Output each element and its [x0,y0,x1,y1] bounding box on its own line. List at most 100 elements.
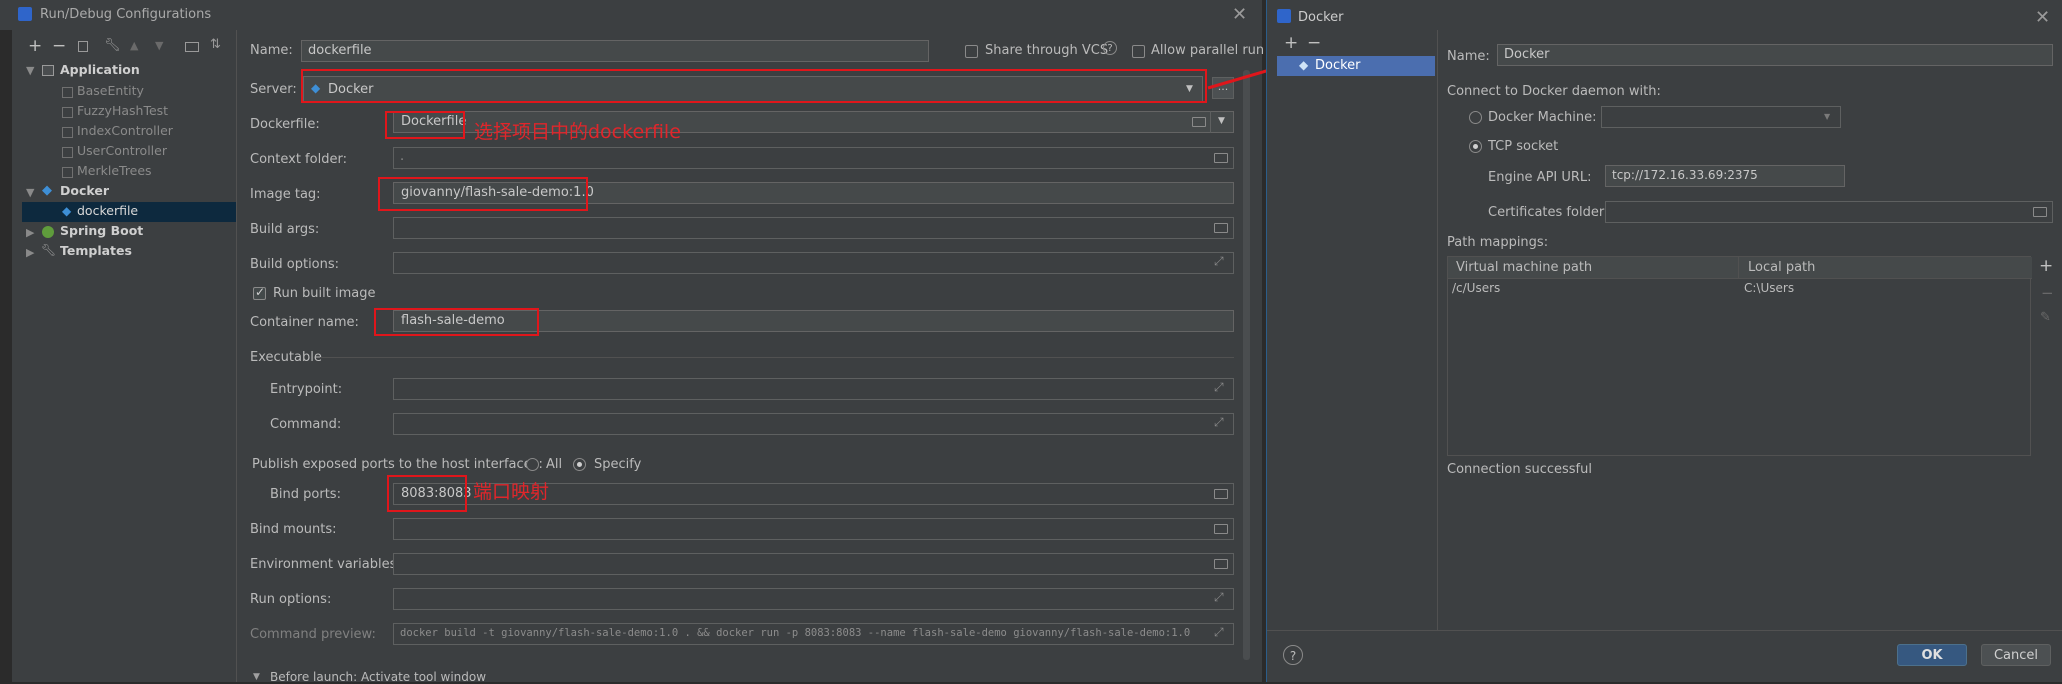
context-folder-field[interactable]: . [393,147,1234,169]
cancel-button[interactable]: Cancel [1981,644,2051,666]
folder-icon[interactable] [1214,153,1228,163]
chevron-right-icon[interactable]: ▶ [26,226,34,239]
engine-api-field[interactable]: tcp://172.16.33.69:2375 [1605,165,1845,187]
remove-mapping-icon[interactable]: − [2041,284,2054,302]
folder-icon[interactable] [1214,223,1228,233]
class-icon [62,127,73,138]
context-folder-label: Context folder: [250,152,347,167]
folder-icon[interactable] [1214,524,1228,534]
chevron-down-icon[interactable]: ▼ [26,64,34,77]
column-header-vm-path[interactable]: Virtual machine path [1456,260,1592,275]
tree-docker[interactable]: Docker [60,183,109,198]
bind-mounts-field[interactable] [393,518,1234,540]
publish-specify-radio[interactable] [573,458,586,471]
command-field[interactable]: ⤢ [393,413,1234,435]
folder-icon[interactable] [1214,559,1228,569]
move-down-icon[interactable]: ▼ [155,39,163,52]
copy-icon[interactable] [78,41,88,52]
ide-gutter [0,30,12,682]
tree-spring-boot[interactable]: Spring Boot [60,223,143,238]
docker-icon: ◆ [62,204,72,218]
publish-ports-label: Publish exposed ports to the host interf… [252,457,543,472]
allow-parallel-checkbox[interactable] [1132,45,1145,58]
highlight-image-tag [378,177,588,211]
tree-item-dockerfile[interactable]: dockerfile [77,203,138,218]
name-label: Name: [250,43,293,58]
class-icon [62,107,73,118]
footer-separator [1267,630,2062,631]
expand-icon[interactable]: ⤢ [1214,415,1224,430]
entrypoint-field[interactable]: ⤢ [393,378,1234,400]
run-built-image-label: Run built image [273,286,376,301]
annotation-ports: 端口映射 [473,481,550,503]
edit-mapping-icon[interactable]: ✎ [2040,310,2051,325]
expand-icon[interactable]: ⤢ [1214,590,1224,605]
run-options-field[interactable]: ⤢ [393,588,1234,610]
docker-machine-radio[interactable] [1469,111,1482,124]
publish-all-radio[interactable] [526,458,539,471]
add-icon[interactable]: + [28,36,42,56]
close-icon[interactable]: ✕ [1232,4,1247,25]
folder-icon[interactable] [1214,489,1228,499]
application-icon [42,65,54,76]
help-icon[interactable]: ? [1103,41,1117,55]
expand-icon[interactable]: ⤢ [1214,380,1224,395]
chevron-down-icon[interactable]: ▼ [253,672,260,682]
env-vars-field[interactable] [393,553,1234,575]
folder-add-icon[interactable] [185,42,199,52]
chevron-down-icon[interactable]: ▼ [26,186,34,199]
ok-button[interactable]: OK [1897,644,1967,666]
executable-label: Executable [250,350,322,365]
sort-icon[interactable]: ⇅ [210,37,221,52]
share-vcs-checkbox[interactable] [965,45,978,58]
executable-separator [320,357,1234,358]
chevron-right-icon[interactable]: ▶ [26,246,34,259]
server-label: Server: [250,82,297,97]
remove-icon[interactable]: − [1307,33,1321,53]
remove-icon[interactable]: − [52,36,66,56]
tree-item[interactable]: MerkleTrees [77,163,152,178]
tree-application[interactable]: Application [60,62,140,77]
build-options-field[interactable]: ⤢ [393,252,1234,274]
add-icon[interactable]: + [1284,33,1298,53]
tree-item[interactable]: FuzzyHashTest [77,103,168,118]
highlight-server [301,69,1207,103]
splitter[interactable] [1437,30,1438,630]
tree-templates[interactable]: Templates [60,243,132,258]
highlight-bind-ports [387,475,467,512]
name-field[interactable]: dockerfile [301,40,929,62]
certs-field[interactable] [1605,201,2053,223]
tree-item[interactable]: BaseEntity [77,83,144,98]
run-debug-dialog: Run/Debug Configurations ✕ + − 🔧︎ ▲ ▼ ⇅ … [0,0,1264,684]
splitter[interactable] [236,30,237,682]
help-icon[interactable]: ? [1283,645,1303,665]
command-preview-label: Command preview: [250,627,376,642]
chevron-down-icon: ▼ [1218,116,1225,126]
move-up-icon[interactable]: ▲ [130,39,138,52]
add-mapping-icon[interactable]: + [2039,256,2053,276]
docker-machine-select[interactable]: ▼ [1601,106,1841,128]
scrollbar[interactable] [1243,70,1250,660]
folder-icon[interactable] [1192,117,1206,127]
tree-item[interactable]: IndexController [77,123,173,138]
highlight-dockerfile [385,111,465,139]
build-args-field[interactable] [393,217,1234,239]
tcp-socket-radio[interactable] [1469,140,1482,153]
expand-icon[interactable]: ⤢ [1214,254,1224,269]
share-vcs-label: Share through VCS [985,43,1109,58]
table-row[interactable]: /c/Users C:\Users [1448,279,2032,299]
tree-item[interactable]: UserController [77,143,167,158]
docker-name-field[interactable]: Docker [1497,44,2053,66]
folder-icon[interactable] [2033,207,2047,217]
dockerfile-dropdown-button[interactable]: ▼ [1210,111,1234,133]
column-header-local-path[interactable]: Local path [1748,260,1815,275]
wrench-icon[interactable]: 🔧︎ [104,38,121,53]
close-icon[interactable]: ✕ [2035,7,2050,28]
docker-list-item[interactable]: ◆ Docker [1277,56,1435,76]
command-label: Command: [270,417,342,432]
image-tag-label: Image tag: [250,187,321,202]
publish-all-label: All [546,457,563,472]
expand-icon[interactable]: ⤢ [1214,625,1224,640]
certs-label: Certificates folder: [1488,205,1609,220]
run-built-image-checkbox[interactable]: ✓ [253,285,266,300]
